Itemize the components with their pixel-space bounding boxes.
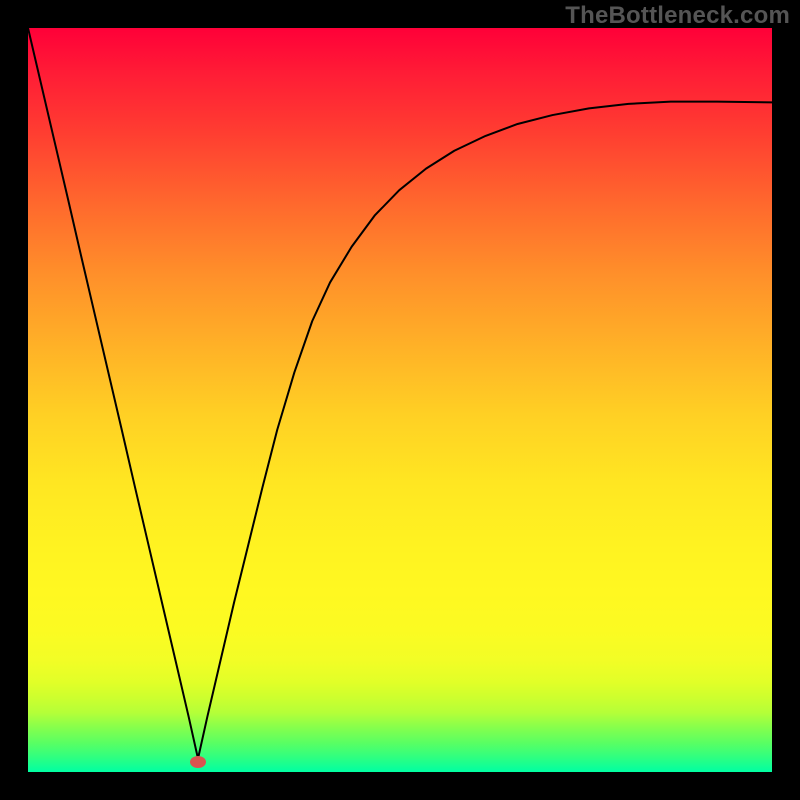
chart-frame: TheBottleneck.com (0, 0, 800, 800)
bottleneck-curve (28, 28, 772, 759)
plot-area (28, 28, 772, 772)
curve-layer (28, 28, 772, 772)
marker-dot (190, 756, 206, 768)
watermark-text: TheBottleneck.com (565, 2, 790, 30)
